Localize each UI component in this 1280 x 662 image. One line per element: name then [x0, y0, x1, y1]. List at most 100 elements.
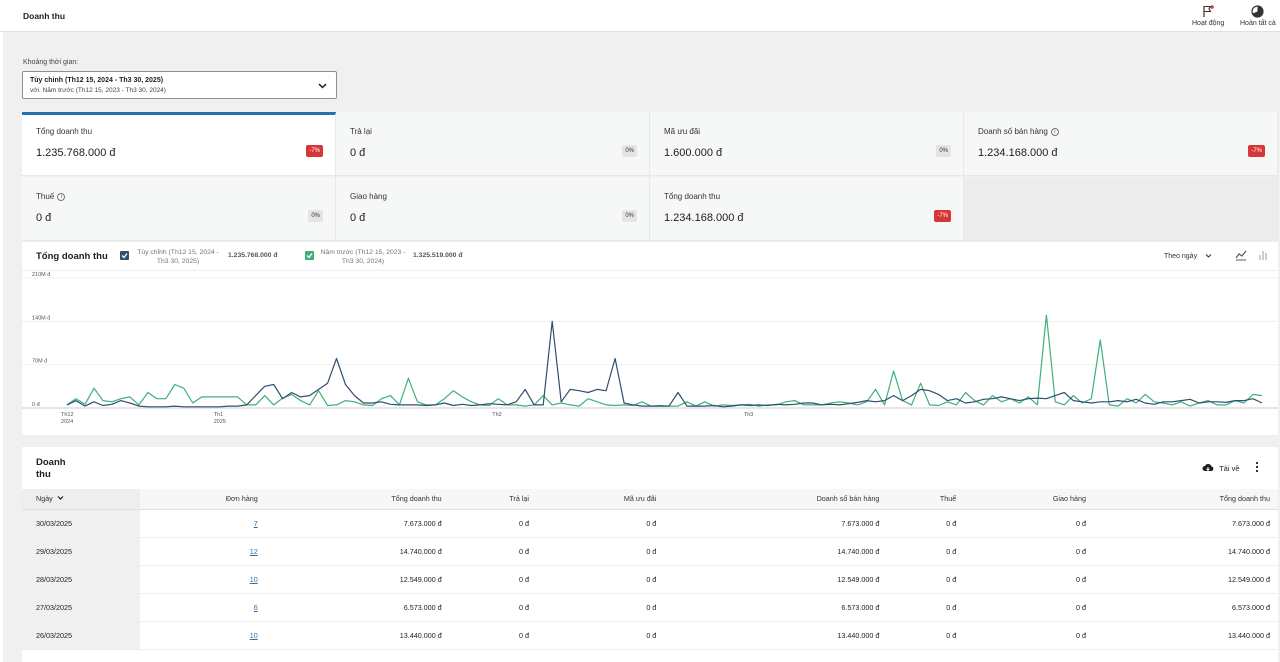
metric-label: Tổng doanh thu [664, 192, 720, 201]
table-cell[interactable]: 12 [140, 537, 266, 566]
table-cell: 12.549.000 đ [265, 565, 450, 594]
table-cell: 28/03/2025 [22, 565, 140, 594]
table-title: Doanh thu [36, 457, 66, 480]
x-tick-label: Th2 [492, 412, 501, 418]
metric-delta-badge: 0% [936, 145, 951, 157]
table-row: 29/03/2025 12 14.740.000 đ0 đ0 đ 14.740.000… [22, 537, 1278, 566]
orders-link[interactable]: 6 [254, 603, 258, 612]
finish-setup-button[interactable]: Hoàn tất cà [1240, 5, 1276, 27]
metric-value: 0 đ [36, 212, 52, 224]
more-options-icon[interactable] [1254, 461, 1260, 473]
table-cell: 14.740.000 đ [664, 537, 888, 566]
orders-link[interactable]: 10 [250, 631, 258, 640]
metric-label-text: Giao hàng [350, 192, 387, 201]
table-cell: 0 đ [964, 537, 1094, 566]
bar-chart-icon[interactable] [1257, 249, 1269, 261]
column-header[interactable]: Mã ưu đãi [537, 489, 665, 510]
table-cell[interactable]: 10 [140, 621, 266, 650]
x-tick-year-label: 2024 [61, 419, 73, 425]
y-tick-label: 0 đ [32, 402, 41, 408]
orders-link[interactable]: 10 [250, 575, 258, 584]
line-chart-icon[interactable] [1235, 249, 1247, 261]
metric-tile[interactable]: Tổng doanh thu 1.235.768.000 đ -7% [22, 112, 336, 176]
metric-delta-badge: 0% [308, 210, 323, 222]
check-icon [306, 253, 313, 259]
metric-tile[interactable]: Mã ưu đãi 1.600.000 đ 0% [650, 112, 964, 176]
table-cell: 0 đ [964, 621, 1094, 650]
table-cell: 0 đ [537, 621, 665, 650]
download-label: Tải về [1219, 463, 1240, 473]
table-cell: 0 đ [887, 621, 965, 650]
column-header[interactable]: Tổng doanh thu [1093, 489, 1278, 510]
table-cell: 0 đ [449, 509, 537, 538]
column-header[interactable]: Trả lại [449, 489, 537, 510]
y-tick-label: 140M đ [32, 315, 51, 321]
finish-setup-label: Hoàn tất cà [1240, 20, 1276, 27]
table-cell[interactable]: 7 [140, 509, 266, 538]
y-tick-label: 210M đ [32, 272, 51, 278]
metric-label-text: Tổng doanh thu [36, 127, 93, 136]
table-cell: 26/03/2025 [22, 621, 140, 650]
table-row: 26/03/2025 10 13.440.000 đ0 đ0 đ 13.440.000… [22, 621, 1278, 650]
cloud-download-icon [1202, 464, 1214, 472]
legend-current-checkbox[interactable] [120, 251, 129, 260]
flag-icon [1203, 5, 1214, 17]
date-range-picker[interactable]: Tùy chỉnh (Th12 15, 2024 - Th3 30, 2025)… [22, 71, 337, 99]
column-header[interactable]: Giao hàng [964, 489, 1094, 510]
legend-previous-checkbox[interactable] [305, 251, 314, 260]
column-header[interactable]: Đơn hàng [140, 489, 266, 510]
metric-tile[interactable]: Thuế i 0 đ 0% [22, 177, 336, 241]
metric-label: Doanh số bán hàng i [978, 127, 1059, 136]
metric-tile[interactable]: Doanh số bán hàng i 1.234.168.000 đ -7% [964, 112, 1278, 176]
column-header[interactable]: Tổng doanh thu [265, 489, 450, 510]
table-cell: 13.440.000 đ [664, 621, 888, 650]
table-cell[interactable]: 10 [140, 565, 266, 594]
orders-link[interactable]: 12 [250, 547, 258, 556]
table-cell: 14.740.000 đ [265, 537, 450, 566]
table-cell: 6.573.000 đ [664, 593, 888, 622]
column-header[interactable]: Ngày [22, 489, 140, 510]
table-cell[interactable]: 6 [140, 593, 266, 622]
table-cell: 12.549.000 đ [1093, 565, 1278, 594]
metric-delta-badge: 0% [622, 210, 637, 222]
table-cell: 29/03/2025 [22, 537, 140, 566]
revenue-table: Ngày Đơn hàng Tổng doanh thu Trả lại Mã ưu đ… [22, 489, 1278, 650]
legend-current-name: Tùy chỉnh (Th12 15, 2024 - Th3 30, 2025) [137, 249, 219, 265]
revenue-line-chart: 210M đ 140M đ 70M đ 0 đ Th122024 Th12025 Th2 Th… [22, 272, 1278, 425]
interval-select-value: Theo ngày [1164, 253, 1198, 260]
table-cell: 6.573.000 đ [265, 593, 450, 622]
table-cell: 0 đ [537, 593, 665, 622]
revenue-table-panel: Doanh thu Tải về Ngày Đơn hàng Tổng doanh … [22, 447, 1278, 662]
metric-label: Mã ưu đãi [664, 127, 700, 136]
column-header[interactable]: Thuế [887, 489, 965, 510]
table-cell: 0 đ [537, 537, 665, 566]
metric-value: 0 đ [350, 212, 366, 224]
activity-label: Hoạt động [1192, 20, 1225, 27]
table-row: 28/03/2025 10 12.549.000 đ0 đ0 đ 12.549.000… [22, 565, 1278, 594]
table-cell: 6.573.000 đ [1093, 593, 1278, 622]
x-tick-year-label: 2025 [214, 419, 226, 425]
interval-select[interactable]: Theo ngày [1164, 252, 1212, 260]
table-cell: 0 đ [449, 565, 537, 594]
metric-tile[interactable]: Tổng doanh thu 1.234.168.000 đ -7% [650, 177, 964, 241]
chevron-down-icon [318, 83, 327, 89]
activity-button[interactable]: Hoạt động [1192, 5, 1224, 27]
table-cell: 12.549.000 đ [664, 565, 888, 594]
left-edge [0, 32, 3, 662]
download-button[interactable]: Tải về [1202, 463, 1240, 473]
check-icon [121, 253, 128, 259]
metric-label: Giao hàng [350, 192, 387, 201]
metric-tile[interactable]: Trả lại 0 đ 0% [336, 112, 650, 176]
table-cell: 30/03/2025 [22, 509, 140, 538]
metric-tile[interactable]: Giao hàng 0 đ 0% [336, 177, 650, 241]
legend-current-amount: 1.235.768.000 đ [228, 252, 278, 259]
y-tick-label: 70M đ [32, 359, 48, 365]
orders-link[interactable]: 7 [254, 519, 258, 528]
column-header[interactable]: Doanh số bán hàng [664, 489, 888, 510]
info-icon: i [57, 193, 66, 201]
page-title: Doanh thu [23, 11, 66, 21]
table-cell: 7.673.000 đ [664, 509, 888, 538]
date-range-current: Tùy chỉnh (Th12 15, 2024 - Th3 30, 2025) [30, 77, 164, 84]
progress-circle-icon [1251, 5, 1265, 18]
date-range-compare: với. Năm trước (Th12 15, 2023 - Th3 30, … [30, 87, 166, 94]
